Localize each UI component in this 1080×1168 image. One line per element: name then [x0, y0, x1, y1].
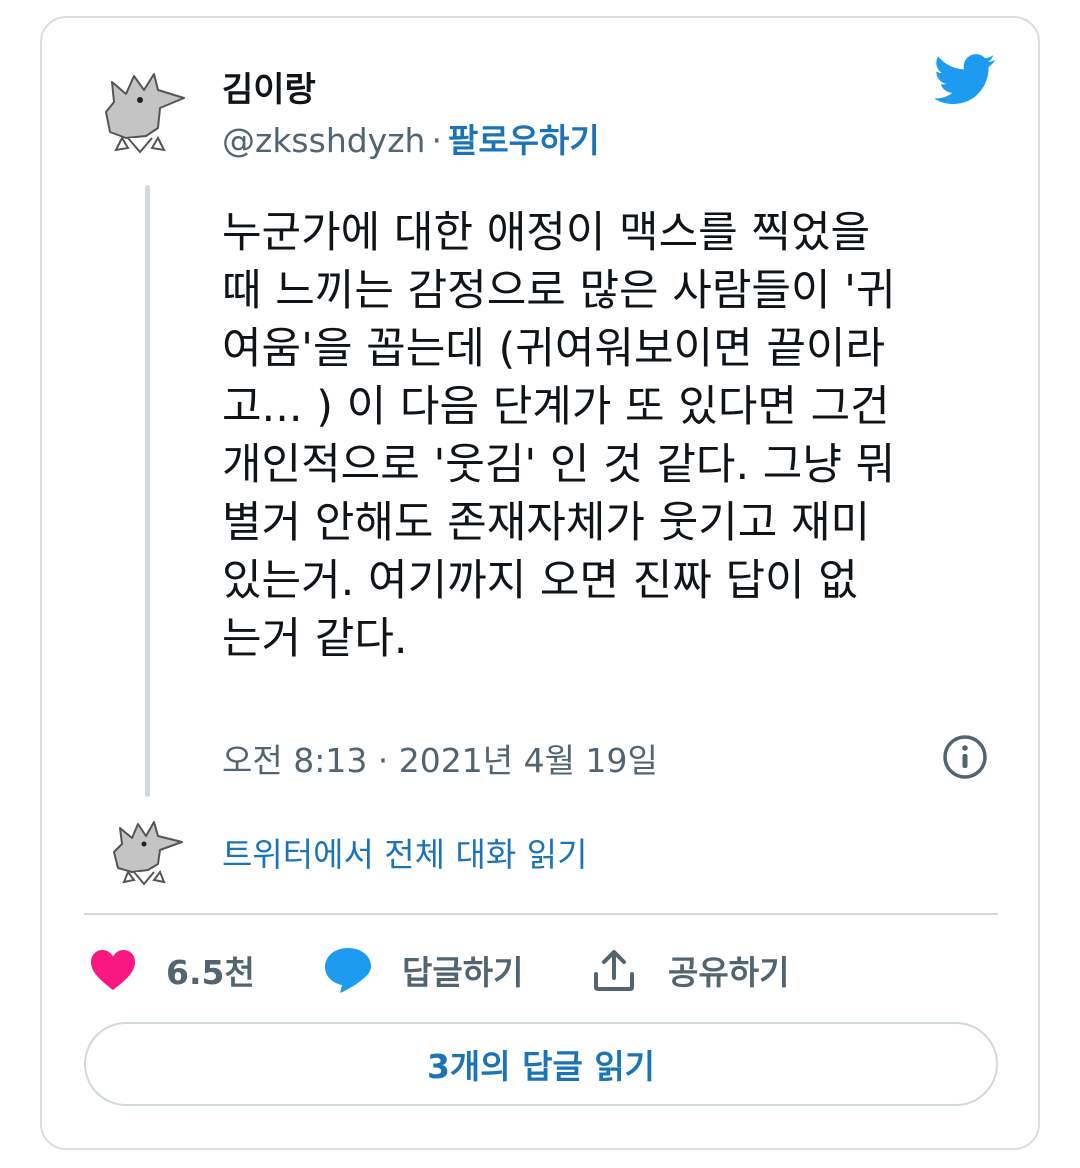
heart-icon [91, 950, 135, 990]
avatar[interactable] [88, 54, 194, 170]
tweet-line: 때 느끼는 감정으로 많은 사람들이 '귀 [222, 266, 896, 316]
share-upload-icon [594, 950, 634, 991]
tweet-line: 는거 같다. [222, 614, 408, 664]
reply-button[interactable]: 답글하기 [324, 946, 523, 994]
share-label: 공유하기 [668, 953, 790, 992]
tweet-line: 누군가에 대한 애정이 맥스를 찍었을 [222, 208, 871, 258]
tweet-line: 있는거. 여기까지 오면 진짜 답이 없 [222, 556, 858, 606]
tweet-line: 고... ) 이 다음 단계가 또 있다면 그건 [222, 382, 890, 432]
divider [84, 913, 998, 915]
tweet-line: 개인적으로 '웃김' 인 것 같다. 그냥 뭐 [222, 440, 896, 490]
follow-button[interactable]: 팔로우하기 [448, 121, 600, 160]
tweet-line: 여움'을 꼽는데 (귀여워보이면 끝이라 [222, 324, 886, 374]
read-full-conversation-link[interactable]: 트위터에서 전체 대화 읽기 [222, 828, 587, 876]
read-replies-label: 3개의 답글 읽기 [426, 1047, 656, 1086]
tweet-timestamp[interactable]: 오전 8:13 · 2021년 4월 19일 [222, 734, 658, 782]
user-name[interactable]: 김이랑 [222, 62, 316, 111]
read-replies-button[interactable]: 3개의 답글 읽기 [84, 1022, 998, 1106]
handle-row: @zksshdyzh · 팔로우하기 [222, 114, 600, 162]
separator-dot: · [431, 121, 442, 160]
like-count: 6.5천 [166, 953, 255, 992]
share-button[interactable]: 공유하기 [592, 946, 789, 994]
tweet-line: 별거 안해도 존재자체가 웃기고 재미 [222, 498, 871, 548]
speech-bubble-icon [325, 948, 371, 993]
tweet-text: 누군가에 대한 애정이 맥스를 찍었을 때 느끼는 감정으로 많은 사람들이 '… [222, 204, 1012, 668]
reply-label: 답글하기 [402, 953, 524, 992]
twitter-bird-icon[interactable] [934, 54, 996, 106]
avatar-small[interactable] [104, 812, 190, 892]
info-icon[interactable] [942, 734, 988, 780]
thread-line [145, 185, 150, 797]
like-button[interactable]: 6.5천 [90, 946, 255, 994]
user-handle[interactable]: @zksshdyzh [222, 121, 425, 160]
